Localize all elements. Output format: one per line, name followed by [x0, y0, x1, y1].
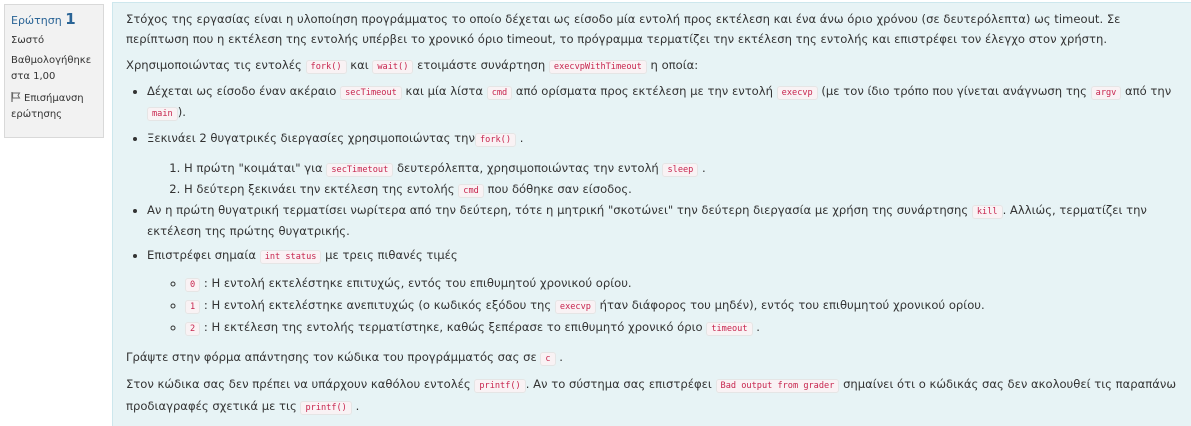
language-paragraph: Γράψτε στην φόρμα απάντησης τον κώδικα τ… — [126, 348, 1179, 370]
list-item: Η πρώτη "κοιμάται" για secTimetout δευτε… — [184, 159, 1179, 180]
text-span: ετοιμάστε συνάρτηση — [417, 58, 546, 73]
status-values-list: 0 : Η εντολή εκτελέστηκε επιτυχώς, εντός… — [147, 273, 1179, 339]
code-execvp: execvp — [776, 85, 818, 100]
code-argv: argv — [1090, 85, 1122, 100]
question-text-panel: Στόχος της εργασίας είναι η υλοποίηση πρ… — [112, 2, 1191, 426]
text-span: από ορίσματα προς εκτέλεση με την εντολή — [515, 83, 773, 98]
list-item: 1 : Η εντολή εκτελέστηκε ανεπιτυχώς (ο κ… — [185, 295, 1179, 317]
list-item: Η δεύτερη ξεκινάει την εκτέλεση της εντο… — [184, 180, 1179, 201]
text-span: . — [559, 350, 563, 365]
text-span: Στον κώδικα σας δεν πρέπει να υπάρχουν κ… — [126, 376, 471, 391]
code-sectimetout: secTimetout — [326, 162, 394, 177]
code-main: main — [147, 107, 178, 122]
list-item: Αν η πρώτη θυγατρική τερματίσει νωρίτερα… — [147, 201, 1179, 242]
text-span: . — [355, 398, 360, 413]
text-span: η οποία: — [650, 58, 699, 73]
list-item: 0 : Η εντολή εκτελέστηκε επιτυχώς, εντός… — [185, 273, 1179, 295]
list-item: 2 : Η εκτέλεση της εντολής τερματίστηκε,… — [185, 317, 1179, 339]
code-c: c — [540, 352, 556, 367]
text-span: ). — [177, 105, 186, 120]
text-span: Χρησιμοποιώντας τις εντολές — [126, 58, 302, 73]
text-span: . — [756, 320, 760, 335]
list-item: Επιστρέφει σημαία int status με τρεις πι… — [147, 246, 1179, 340]
child-process-list: Η πρώτη "κοιμάται" για secTimetout δευτε… — [147, 159, 1179, 201]
text-span: : Η εντολή εκτελέστηκε επιτυχώς, εντός τ… — [203, 276, 632, 291]
code-execvp: execvp — [554, 300, 596, 315]
list-item: Ξεκινάει 2 θυγατρικές διεργασίες χρησιμο… — [147, 129, 1179, 201]
flag-icon — [11, 92, 21, 102]
text-span: Αν η πρώτη θυγατρική τερματίσει νωρίτερα… — [147, 202, 969, 217]
text-span: (με τον ίδιο τρόπο που γίνεται ανάγνωση … — [821, 83, 1087, 98]
text-span: ήταν διάφορος του μηδέν), εντός του επιθ… — [599, 298, 985, 313]
text-span: : Η εντολή εκτελέστηκε ανεπιτυχώς (ο κωδ… — [203, 298, 552, 313]
text-span: δευτερόλεπτα, χρησιμοποιώντας την εντολή — [396, 160, 659, 175]
text-span: . — [702, 160, 706, 175]
code-status-2: 2 — [185, 322, 201, 337]
question-number-heading: Ερώτηση 1 — [11, 11, 97, 29]
list-item: Δέχεται ως είσοδο έναν ακέραιο secTimeou… — [147, 82, 1179, 125]
text-span: . Αν το σύστημα σας επιστρέφει — [525, 376, 712, 391]
text-span: Γράψτε στην φόρμα απάντησης τον κώδικα τ… — [126, 350, 537, 365]
code-printf: printf() — [300, 400, 352, 415]
requirements-list: Δέχεται ως είσοδο έναν ακέραιο secTimeou… — [126, 82, 1179, 340]
text-span: . — [519, 130, 524, 145]
question-number: 1 — [65, 10, 76, 28]
code-bad-output: Bad output from grader — [715, 378, 840, 393]
text-span: : Η εκτέλεση της εντολής τερματίστηκε, κ… — [203, 320, 703, 335]
code-wait: wait() — [372, 60, 414, 75]
code-kill: kill — [971, 204, 1003, 219]
code-sectimeout: secTimeout — [340, 85, 402, 100]
text-span: με τρεις πιθανές τιμές — [325, 247, 458, 262]
text-span: Η δεύτερη ξεκινάει την εκτέλεση της εντο… — [184, 181, 455, 196]
code-function-name: execvpWithTimeout — [548, 60, 647, 75]
printf-warning-paragraph: Στον κώδικα σας δεν πρέπει να υπάρχουν κ… — [126, 375, 1179, 418]
text-span: που δόθηκε σαν είσοδος. — [487, 181, 632, 196]
code-printf: printf() — [474, 378, 526, 393]
code-cmd: cmd — [486, 85, 513, 100]
code-fork: fork() — [474, 132, 517, 147]
text-span: Η πρώτη "κοιμάται" για — [184, 160, 323, 175]
code-fork: fork() — [305, 60, 347, 75]
text-span: Δέχεται ως είσοδο έναν ακέραιο — [147, 83, 337, 98]
code-status-0: 0 — [185, 278, 201, 293]
question-state: Σωστό — [11, 35, 45, 46]
intro-paragraph: Στόχος της εργασίας είναι η υλοποίηση πρ… — [126, 12, 1121, 46]
code-timeout: timeout — [706, 322, 753, 337]
question-info-panel: Ερώτηση 1 Σωστό Βαθμολογήθηκε στα 1,00 Ε… — [4, 4, 104, 138]
text-span: και μία λίστα — [405, 83, 483, 98]
text-span: και — [350, 58, 369, 73]
code-int-status: int status — [259, 249, 322, 264]
text-span: Ξεκινάει 2 θυγατρικές διεργασίες χρησιμο… — [147, 130, 475, 145]
flag-question-link[interactable]: Επισήμανση ερώτησης — [11, 91, 97, 123]
code-status-1: 1 — [185, 300, 201, 315]
instructions-paragraph: Χρησιμοποιώντας τις εντολές fork() και w… — [126, 56, 1179, 78]
question-grade: Βαθμολογήθηκε στα 1,00 — [11, 55, 92, 82]
code-cmd: cmd — [458, 183, 484, 198]
code-sleep: sleep — [662, 162, 699, 177]
text-span: από την — [1125, 83, 1172, 98]
text-span: Επιστρέφει σημαία — [147, 247, 256, 262]
flag-label: Επισήμανση ερώτησης — [11, 93, 84, 120]
question-label: Ερώτηση — [11, 14, 62, 27]
